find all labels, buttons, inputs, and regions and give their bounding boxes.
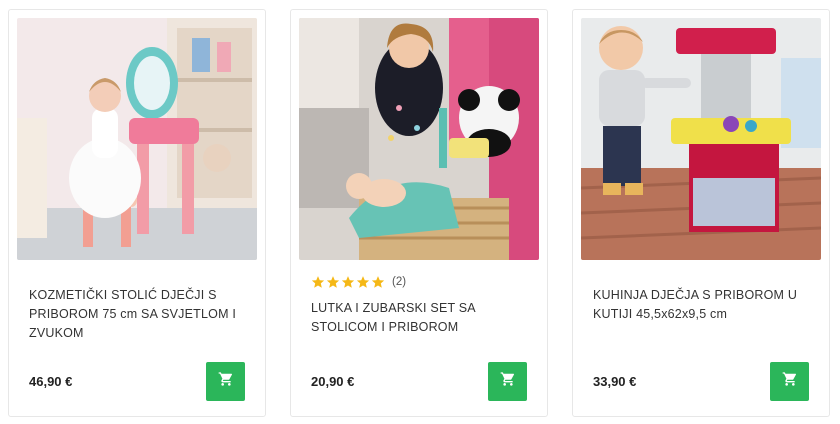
star-icon <box>356 276 370 288</box>
rating-count: (2) <box>392 276 407 288</box>
star-icon <box>326 276 340 288</box>
product-price: 20,90 € <box>311 374 355 389</box>
product-card[interactable]: KOZMETIČKI STOLIĆ DJEČJI S PRIBOROM 75 c… <box>8 9 266 417</box>
product-image[interactable] <box>17 18 257 260</box>
star-icon <box>311 276 325 288</box>
product-title[interactable]: LUTKA I ZUBARSKI SET SA STOLICOM I PRIBO… <box>311 299 531 337</box>
product-card[interactable]: KUHINJA DJEČJA S PRIBOROM U KUTIJI 45,5x… <box>572 9 830 417</box>
product-image[interactable] <box>581 18 821 260</box>
cart-icon <box>782 371 798 392</box>
cart-icon <box>500 371 516 392</box>
rating-stars <box>311 275 385 289</box>
product-card[interactable]: (2) LUTKA I ZUBARSKI SET SA STOLICOM I P… <box>290 9 548 417</box>
product-title[interactable]: KOZMETIČKI STOLIĆ DJEČJI S PRIBOROM 75 c… <box>29 286 249 343</box>
product-price: 46,90 € <box>29 374 73 389</box>
add-to-cart-button[interactable] <box>488 362 527 401</box>
add-to-cart-button[interactable] <box>206 362 245 401</box>
product-title[interactable]: KUHINJA DJEČJA S PRIBOROM U KUTIJI 45,5x… <box>593 286 813 324</box>
star-icon <box>341 276 355 288</box>
cart-icon <box>218 371 234 392</box>
product-price: 33,90 € <box>593 374 637 389</box>
product-image[interactable] <box>299 18 539 260</box>
star-icon <box>371 276 385 288</box>
add-to-cart-button[interactable] <box>770 362 809 401</box>
product-rating: (2) <box>311 274 406 290</box>
